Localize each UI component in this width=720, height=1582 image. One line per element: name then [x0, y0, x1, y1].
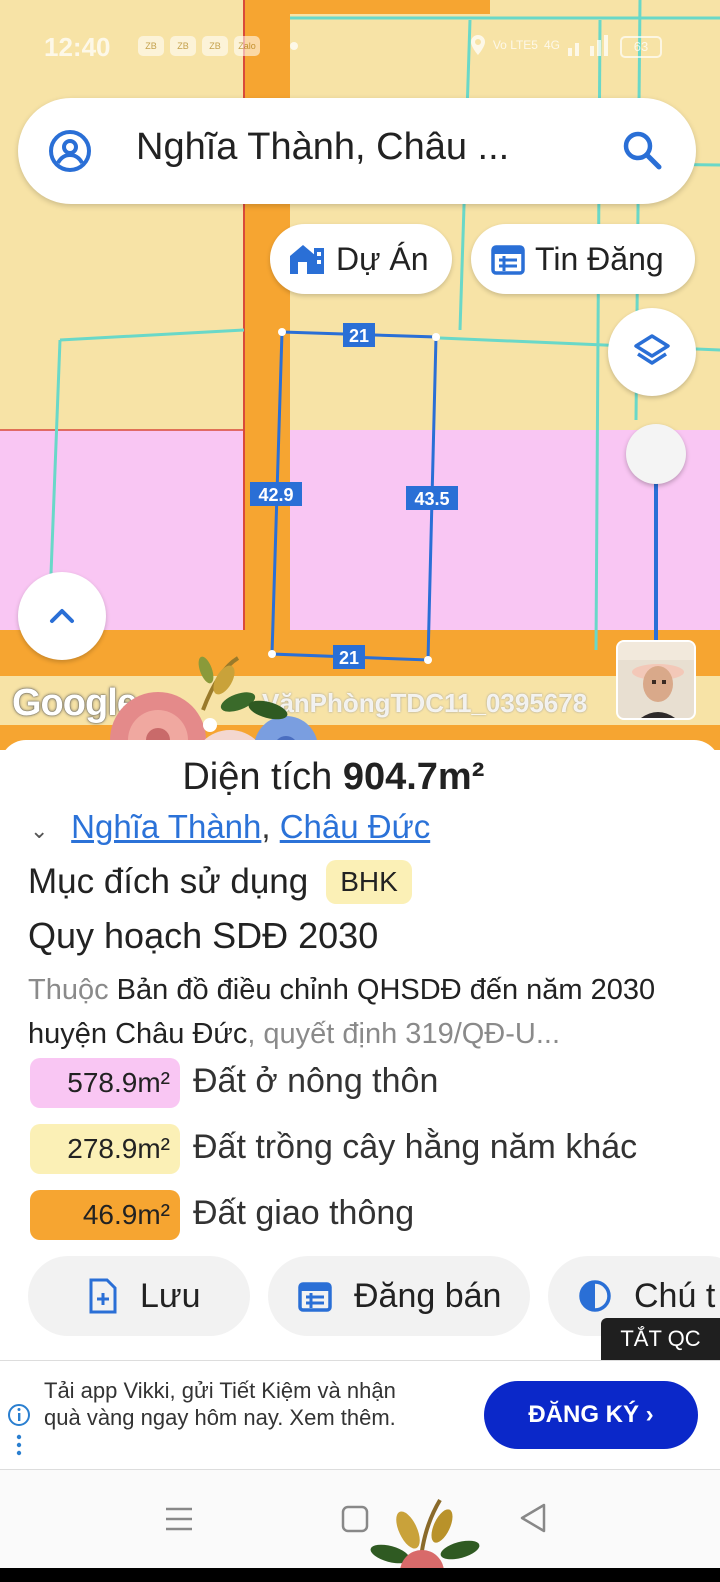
app-icon: ZB — [138, 36, 164, 56]
land-use-list: 578.9m² Đất ở nông thôn 278.9m² Đất trồn… — [30, 1058, 710, 1256]
dim-right-label: 43.5 — [414, 489, 449, 509]
dim-top-label: 21 — [349, 326, 369, 346]
listings-chip-label: Tin Đăng — [535, 240, 664, 277]
land-use-area-badge: 278.9m² — [30, 1124, 180, 1174]
post-sale-button[interactable]: Đăng bán — [268, 1256, 530, 1336]
save-button-label: Lưu — [140, 1276, 201, 1315]
add-document-icon — [89, 1278, 117, 1314]
purpose-label: Mục đích sử dụng — [28, 862, 309, 901]
account-icon[interactable] — [48, 129, 92, 173]
system-nav-bar — [0, 1470, 720, 1582]
close-ad-button[interactable]: TẮT QC — [601, 1318, 720, 1360]
ad-text: Tải app Vikki, gửi Tiết Kiệm và nhận quà… — [44, 1378, 396, 1430]
app-icon: ZB — [170, 36, 196, 56]
back-icon[interactable] — [518, 1502, 548, 1534]
app-icon: ZB — [202, 36, 228, 56]
plan-desc-prefix: Thuộc — [28, 974, 109, 1006]
land-use-area-badge: 46.9m² — [30, 1190, 180, 1240]
parcel-info-sheet: Thửa 14 Diện tích 904.7m² ⌄ Nghĩa Thành,… — [0, 740, 720, 1360]
search-icon[interactable] — [620, 128, 664, 172]
ad-info-icon[interactable] — [8, 1403, 30, 1459]
district-link[interactable]: Châu Đức — [280, 808, 430, 845]
projects-chip[interactable]: Dự Án — [270, 224, 452, 294]
area-title: Thửa 14 Diện tích 904.7m² — [28, 756, 484, 799]
plan-description: Thuộc Bản đồ điều chỉnh QHSDĐ đến năm 20… — [28, 968, 700, 1056]
layers-icon — [634, 334, 670, 365]
ad-banner[interactable]: Tải app Vikki, gửi Tiết Kiệm và nhận quà… — [0, 1360, 720, 1470]
signal-icon — [568, 35, 608, 56]
commune-link[interactable]: Nghĩa Thành — [71, 808, 261, 845]
network-label: Vo LTE5 — [492, 38, 538, 52]
land-use-label: Đất ở nông thôn — [193, 1062, 439, 1100]
dim-left-label: 42.9 — [258, 485, 293, 505]
calendar-icon — [298, 1282, 332, 1312]
recent-apps-icon[interactable] — [164, 1504, 194, 1534]
land-use-label: Đất trồng cây hằng năm khác — [193, 1128, 638, 1166]
listings-chip[interactable]: Tin Đăng — [471, 224, 695, 294]
status-time: 12:40 — [44, 32, 111, 62]
flower-sticker — [370, 1498, 480, 1570]
chevron-up-icon — [50, 609, 74, 623]
layers-button[interactable] — [608, 308, 696, 396]
bottom-edge — [0, 1568, 720, 1582]
status-indicators: Vo LTE5 4G — [469, 34, 610, 56]
map-view[interactable]: 21 21 42.9 43.5 12:40 ZB ZB ZB Zalo Vo L… — [0, 0, 720, 750]
expand-sheet-button[interactable] — [18, 572, 106, 660]
ad-register-button[interactable]: ĐĂNG KÝ › — [484, 1381, 698, 1449]
land-use-item: 46.9m² Đất giao thông — [30, 1190, 710, 1256]
location-row: ⌄ Nghĩa Thành, Châu Đức — [30, 808, 430, 846]
search-input[interactable]: Nghĩa Thành, Châu ... — [136, 126, 509, 169]
land-use-area-badge: 578.9m² — [30, 1058, 180, 1108]
person-photo — [618, 642, 694, 718]
post-sale-button-label: Đăng bán — [354, 1276, 502, 1315]
building-icon — [290, 245, 324, 274]
projects-chip-label: Dự Án — [336, 240, 429, 277]
status-bar: 12:40 ZB ZB ZB Zalo Vo LTE5 4G 63 — [0, 28, 720, 68]
opacity-slider-thumb[interactable] — [626, 424, 686, 484]
location-separator: , — [261, 808, 280, 845]
contrast-icon — [579, 1280, 611, 1312]
area-label: Diện tích — [182, 756, 333, 798]
notification-dot — [290, 42, 298, 50]
opacity-slider-track[interactable] — [654, 455, 658, 650]
plan-desc-suffix: , quyết định 319/QĐ-U... — [247, 1018, 561, 1050]
signal-label: 4G — [543, 38, 560, 52]
save-button[interactable]: Lưu — [28, 1256, 250, 1336]
chevron-down-icon[interactable]: ⌄ — [30, 818, 62, 844]
zalo-icon: Zalo — [234, 36, 260, 56]
land-use-item: 578.9m² Đất ở nông thôn — [30, 1058, 710, 1124]
land-use-item: 278.9m² Đất trồng cây hằng năm khác — [30, 1124, 710, 1190]
calendar-icon — [491, 245, 525, 275]
agent-avatar — [616, 640, 696, 720]
legend-button-label: Chú t — [634, 1276, 716, 1315]
land-use-label: Đất giao thông — [193, 1194, 415, 1232]
battery-icon: 63 — [620, 36, 662, 58]
plan-heading: Quy hoạch SDĐ 2030 — [28, 915, 379, 956]
search-bar[interactable]: Nghĩa Thành, Châu ... — [18, 98, 696, 204]
status-app-icons: ZB ZB ZB Zalo — [138, 36, 260, 56]
purpose-row: Mục đích sử dụng BHK — [28, 860, 412, 904]
area-value: 904.7m² — [342, 756, 485, 798]
location-icon — [470, 35, 485, 55]
purpose-badge: BHK — [326, 860, 412, 904]
